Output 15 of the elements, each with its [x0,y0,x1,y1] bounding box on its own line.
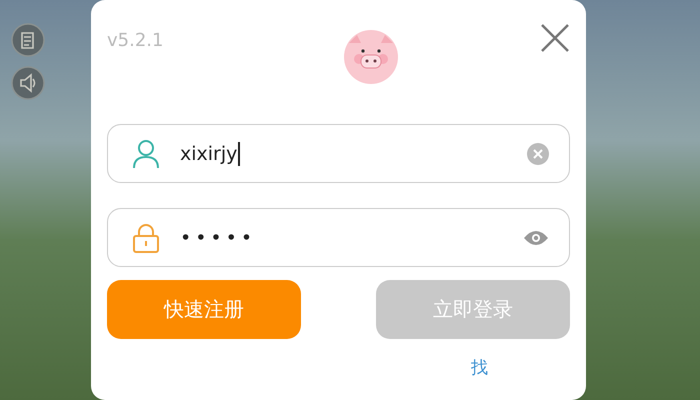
forgot-password-link[interactable]: 找 [107,356,488,379]
username-field[interactable]: xixirjy [107,124,570,183]
version-label: v5.2.1 [107,30,164,51]
clear-icon[interactable] [527,142,549,164]
username-value: xixirjy [180,142,238,164]
close-button[interactable] [538,22,571,54]
register-button[interactable]: 快速注册 [107,280,301,339]
speaker-icon[interactable] [11,66,45,100]
password-value: ••••• [180,226,256,248]
password-field[interactable]: ••••• [107,208,570,267]
eye-icon[interactable] [523,228,549,246]
notes-icon[interactable] [11,23,45,57]
lock-icon [132,222,160,252]
pig-logo-icon [343,29,400,85]
user-icon [132,138,160,168]
